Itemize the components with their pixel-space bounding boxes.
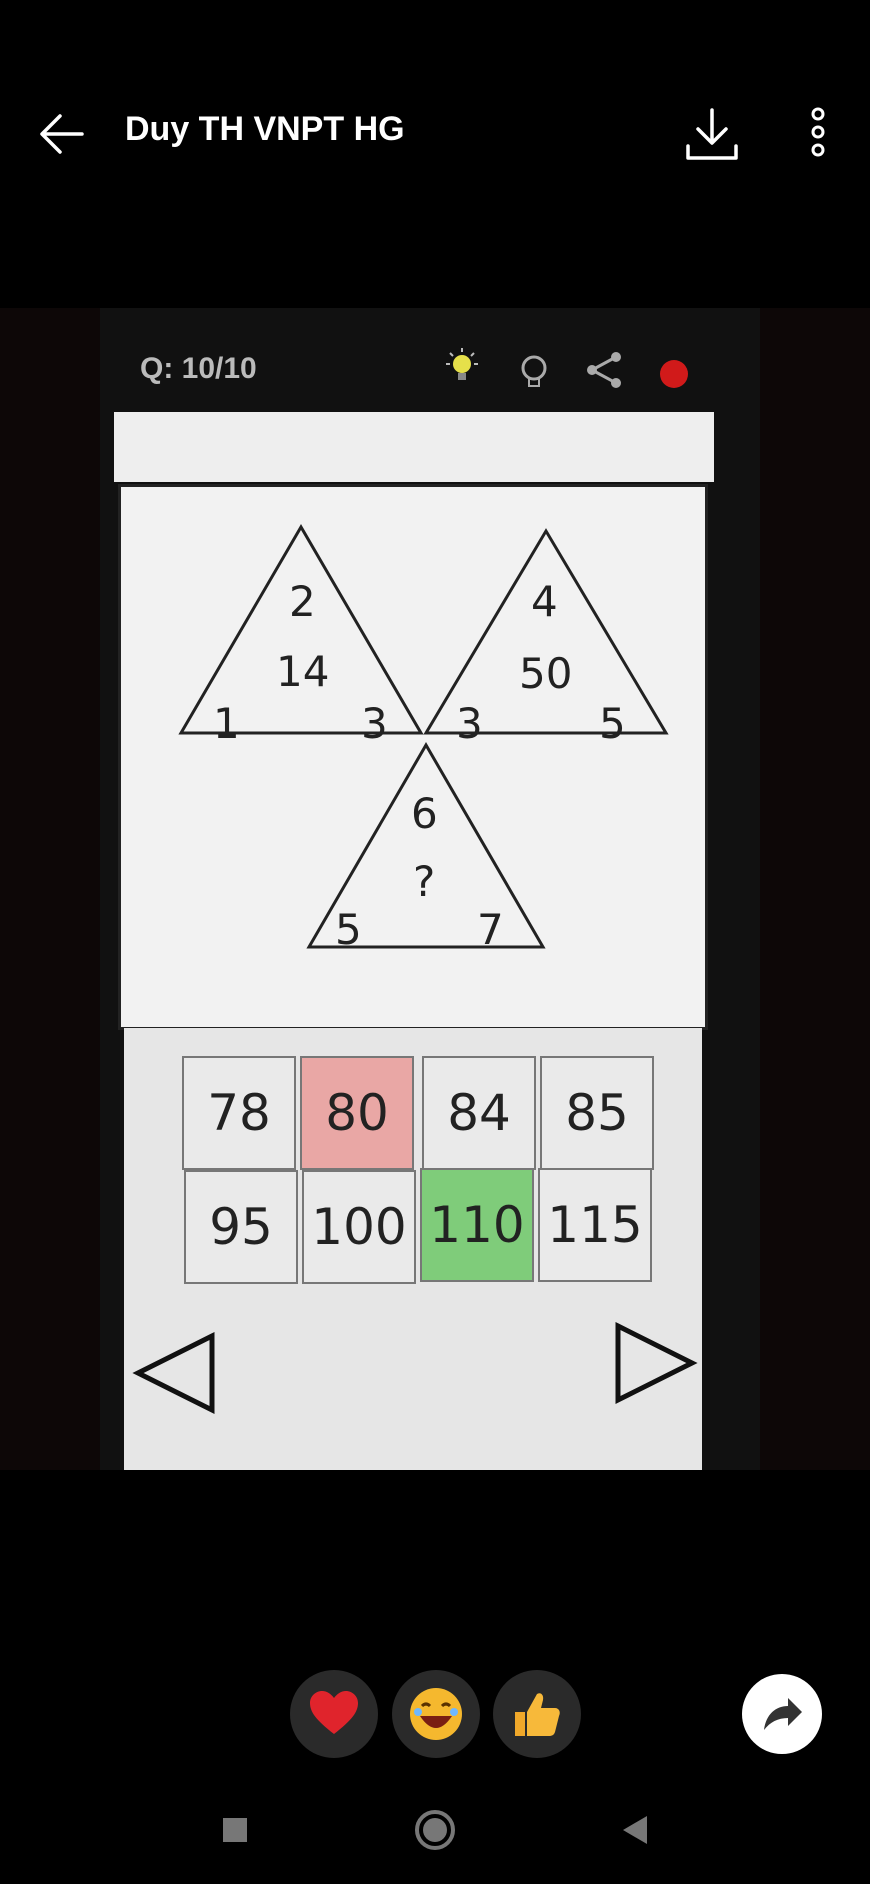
phone-screen: Q: 10/10 2 14 1 3 4 50 3 5 6 ? 5 7 78 80… bbox=[100, 308, 760, 1470]
question-counter: Q: 10/10 bbox=[140, 352, 257, 385]
system-back-icon[interactable] bbox=[605, 1800, 665, 1860]
answer-option[interactable]: 95 bbox=[184, 1170, 298, 1284]
triangle-3-left: 5 bbox=[335, 905, 362, 954]
thumbs-up-icon bbox=[515, 1693, 560, 1736]
forward-share-button[interactable] bbox=[742, 1674, 822, 1754]
app-header: Duy TH VNPT HG bbox=[0, 0, 870, 300]
triangle-3-center: ? bbox=[413, 857, 436, 906]
triangle-2-left: 3 bbox=[456, 699, 483, 748]
laughing-face-icon bbox=[410, 1688, 462, 1740]
answer-option-wrong[interactable]: 80 bbox=[300, 1056, 414, 1170]
like-reaction-button[interactable] bbox=[493, 1670, 581, 1758]
laugh-reaction-button[interactable] bbox=[392, 1670, 480, 1758]
hint-bulb-icon[interactable] bbox=[440, 346, 484, 390]
answer-option[interactable]: 100 bbox=[302, 1170, 416, 1284]
forward-arrow-icon bbox=[764, 1698, 802, 1730]
triangle-2-right: 5 bbox=[599, 699, 626, 748]
triangle-1-right: 3 bbox=[361, 699, 388, 748]
triangle-3-right: 7 bbox=[477, 905, 504, 954]
triangle-1-left: 1 bbox=[213, 699, 240, 748]
answer-option-correct[interactable]: 110 bbox=[420, 1168, 534, 1282]
more-options-icon[interactable] bbox=[800, 104, 836, 164]
puzzle-header-area bbox=[114, 412, 714, 482]
triangle-1-center: 14 bbox=[276, 647, 330, 696]
chat-title: Duy TH VNPT HG bbox=[125, 110, 405, 148]
recent-apps-icon[interactable] bbox=[205, 1800, 265, 1860]
triangle-1-top: 2 bbox=[289, 577, 316, 626]
answer-option[interactable]: 78 bbox=[182, 1056, 296, 1170]
answer-option[interactable]: 85 bbox=[540, 1056, 654, 1170]
heart-icon bbox=[310, 1691, 358, 1734]
previous-arrow-icon[interactable] bbox=[130, 1328, 220, 1418]
back-arrow-icon[interactable] bbox=[34, 104, 94, 164]
shared-photo[interactable]: Q: 10/10 2 14 1 3 4 50 3 5 6 ? 5 7 78 80… bbox=[0, 308, 870, 1470]
download-icon[interactable] bbox=[682, 104, 742, 164]
triangle-3-top: 6 bbox=[411, 789, 438, 838]
answer-grid: 78 80 84 85 95 100 110 115 bbox=[124, 1028, 702, 1470]
share-icon[interactable] bbox=[582, 348, 626, 392]
triangle-2-top: 4 bbox=[531, 577, 558, 626]
answer-option[interactable]: 84 bbox=[422, 1056, 536, 1170]
triangle-2-center: 50 bbox=[519, 649, 573, 698]
heart-reaction-button[interactable] bbox=[290, 1670, 378, 1758]
answer-option[interactable]: 115 bbox=[538, 1168, 652, 1282]
lightbulb-outline-icon[interactable] bbox=[512, 350, 556, 394]
puzzle-image: 2 14 1 3 4 50 3 5 6 ? 5 7 bbox=[118, 484, 708, 1030]
record-dot-icon[interactable] bbox=[652, 352, 696, 396]
home-icon[interactable] bbox=[405, 1800, 465, 1860]
next-arrow-icon[interactable] bbox=[610, 1318, 700, 1408]
